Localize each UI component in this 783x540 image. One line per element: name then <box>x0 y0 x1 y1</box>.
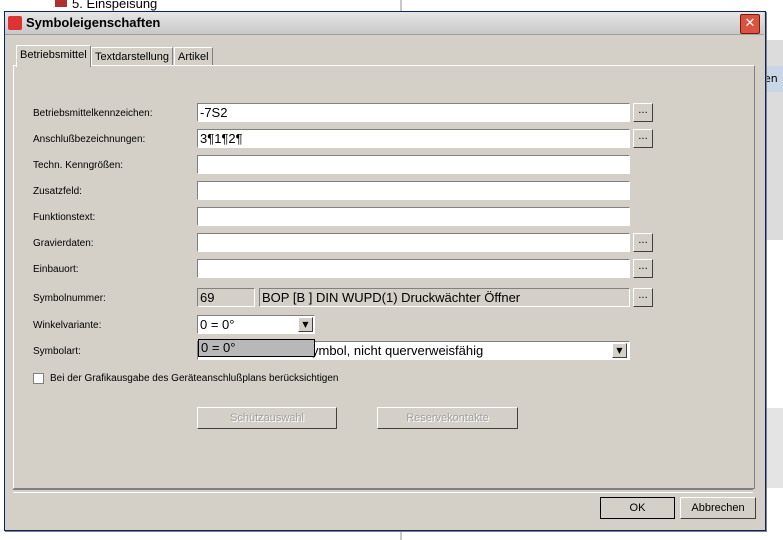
label-winkelvariante: Winkelvariante: <box>33 320 102 331</box>
tree-item-label: 5. Einspeisung <box>72 0 158 11</box>
label-gravierdaten: Gravierdaten: <box>33 238 94 249</box>
anschluss-browse-button[interactable]: ... <box>633 129 653 148</box>
grafikausgabe-checkbox-label: Bei der Grafikausgabe des Geräteanschluß… <box>50 373 339 384</box>
label-einbauort: Einbauort: <box>33 264 79 275</box>
cancel-button[interactable]: Abbrechen <box>680 497 756 519</box>
label-funktionstext: Funktionstext: <box>33 212 96 223</box>
winkelvariante-dropdown-arrow-icon[interactable]: ▼ <box>298 317 313 332</box>
tab-betriebsmittel[interactable]: Betriebsmittel <box>16 45 91 67</box>
einbauort-input[interactable] <box>197 259 630 278</box>
tab-artikel[interactable]: Artikel <box>174 47 213 66</box>
einbauort-browse-button[interactable]: ... <box>633 259 653 278</box>
label-anschluss: Anschlußbezeichnungen: <box>33 134 146 145</box>
gravierdaten-browse-button[interactable]: ... <box>633 233 653 252</box>
symbolart-dropdown-arrow-icon[interactable]: ▼ <box>612 343 627 358</box>
symbolnummer-browse-button[interactable]: ... <box>633 288 653 307</box>
tree-node-icon <box>55 0 67 7</box>
label-symbolart: Symbolart: <box>33 346 81 357</box>
winkelvariante-dropdown-option[interactable]: 0 = 0° <box>198 339 315 357</box>
label-betriebsmittelkennzeichen: Betriebsmittelkennzeichen: <box>33 108 153 119</box>
betriebsmittelkennzeichen-browse-button[interactable]: ... <box>633 103 653 122</box>
kenngroessen-input[interactable] <box>197 155 630 174</box>
reservekontakte-button[interactable]: Reservekontakte <box>377 407 518 429</box>
funktionstext-input[interactable] <box>197 207 630 226</box>
close-button[interactable]: ✕ <box>740 14 760 34</box>
schuetzauswahl-button[interactable]: Schützauswahl <box>197 407 337 429</box>
tab-textdarstellung[interactable]: Textdarstellung <box>91 47 173 66</box>
label-zusatzfeld: Zusatzfeld: <box>33 186 82 197</box>
label-symbolnummer: Symbolnummer: <box>33 293 106 304</box>
gravierdaten-input[interactable] <box>197 233 630 252</box>
zusatzfeld-input[interactable] <box>197 181 630 200</box>
bottom-separator <box>13 489 753 493</box>
grafikausgabe-checkbox[interactable] <box>33 373 44 384</box>
label-kenngroessen: Techn. Kenngrößen: <box>33 160 124 171</box>
anschluss-input[interactable]: 3¶1¶2¶ <box>197 129 630 148</box>
ok-button[interactable]: OK <box>600 497 675 519</box>
betriebsmittelkennzeichen-input[interactable]: -7S2 <box>197 103 630 122</box>
symbolnummer-number: 69 <box>197 288 255 307</box>
symbolnummer-description: BOP [B ] DIN WUPD(1) Druckwächter Öffner <box>259 288 630 307</box>
app-icon <box>8 16 22 30</box>
background-tab-label: en <box>764 72 778 85</box>
dialog-title: Symboleigenschaften <box>26 15 161 30</box>
